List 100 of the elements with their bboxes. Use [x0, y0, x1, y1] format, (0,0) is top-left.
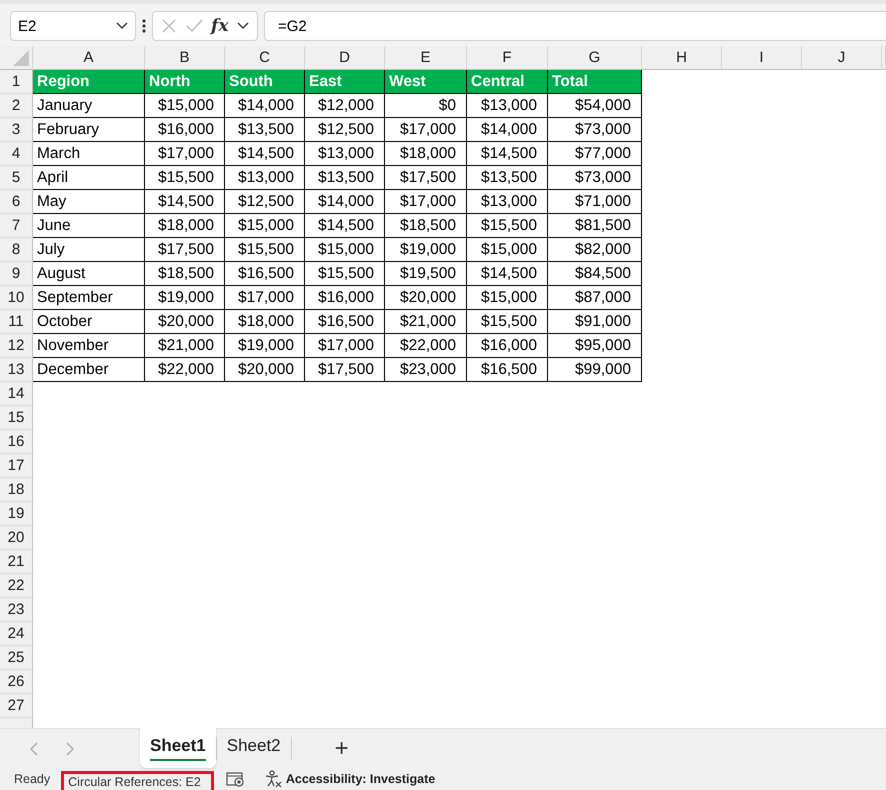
- table-cell: $16,000: [467, 334, 548, 358]
- row-header[interactable]: 5: [0, 166, 33, 190]
- table-cell: $21,000: [385, 310, 467, 334]
- table-cell: $16,500: [225, 262, 305, 286]
- status-text: Ready: [14, 772, 50, 786]
- row-header[interactable]: 20: [0, 526, 33, 550]
- row-header[interactable]: 17: [0, 454, 33, 478]
- row-header[interactable]: 24: [0, 622, 33, 646]
- column-header[interactable]: G: [548, 46, 642, 70]
- add-sheet-button[interactable]: +: [312, 729, 372, 768]
- row-header[interactable]: 26: [0, 670, 33, 694]
- row-header[interactable]: 11: [0, 310, 33, 334]
- table-cell: March: [33, 142, 145, 166]
- table-cell: $17,000: [385, 118, 467, 142]
- row-header[interactable]: 16: [0, 430, 33, 454]
- table-cell: $14,500: [225, 142, 305, 166]
- table-cell: $17,000: [225, 286, 305, 310]
- table-cell: $12,000: [305, 94, 385, 118]
- accessibility-status[interactable]: Accessibility: Investigate: [286, 772, 436, 786]
- select-all-icon[interactable]: [13, 50, 29, 66]
- row-header[interactable]: 6: [0, 190, 33, 214]
- insert-function-button[interactable]: fx: [211, 16, 228, 36]
- table-cell: $18,000: [145, 214, 225, 238]
- table-cell: $12,500: [305, 118, 385, 142]
- row-header[interactable]: 18: [0, 478, 33, 502]
- table-cell: $16,500: [467, 358, 548, 382]
- table-cell: $81,500: [548, 214, 642, 238]
- row-header[interactable]: 15: [0, 406, 33, 430]
- table-cell: $54,000: [548, 94, 642, 118]
- header-cell: West: [385, 70, 467, 94]
- table-cell: $20,000: [145, 310, 225, 334]
- table-cell: June: [33, 214, 145, 238]
- row-header[interactable]: 10: [0, 286, 33, 310]
- row-header[interactable]: 22: [0, 574, 33, 598]
- table-cell: $71,000: [548, 190, 642, 214]
- row-header[interactable]: 19: [0, 502, 33, 526]
- row-header[interactable]: 21: [0, 550, 33, 574]
- table-cell: $14,000: [225, 94, 305, 118]
- table-cell: $14,500: [145, 190, 225, 214]
- enter-icon[interactable]: [185, 18, 203, 34]
- column-header[interactable]: I: [722, 46, 802, 70]
- row-header[interactable]: 4: [0, 142, 33, 166]
- table-cell: $18,000: [225, 310, 305, 334]
- cancel-icon[interactable]: [161, 18, 177, 34]
- table-cell: $18,500: [385, 214, 467, 238]
- column-header[interactable]: J: [802, 46, 882, 70]
- header-cell: Central: [467, 70, 548, 94]
- table-cell: $22,000: [385, 334, 467, 358]
- column-header[interactable]: E: [385, 46, 467, 70]
- row-header[interactable]: 2: [0, 94, 33, 118]
- table-cell: $16,500: [305, 310, 385, 334]
- row-header[interactable]: 1: [0, 70, 33, 94]
- table-cell: $14,000: [305, 190, 385, 214]
- column-header[interactable]: A: [33, 46, 145, 70]
- sheet-tab[interactable]: Sheet1: [140, 728, 216, 768]
- chevron-down-icon[interactable]: [115, 21, 129, 31]
- table-cell: $15,500: [467, 214, 548, 238]
- table-cell: $18,500: [145, 262, 225, 286]
- name-box[interactable]: E2: [10, 11, 136, 41]
- table-cell: $99,000: [548, 358, 642, 382]
- circular-references-status[interactable]: Circular References: E2: [61, 771, 214, 790]
- table-cell: $17,500: [305, 358, 385, 382]
- column-header[interactable]: D: [305, 46, 385, 70]
- row-header[interactable]: 13: [0, 358, 33, 382]
- more-options-icon[interactable]: [142, 19, 146, 33]
- table-cell: $20,000: [385, 286, 467, 310]
- chevron-left-icon[interactable]: [30, 742, 38, 756]
- table-cell: $19,000: [385, 238, 467, 262]
- table-cell: $13,000: [467, 94, 548, 118]
- row-header[interactable]: 25: [0, 646, 33, 670]
- chevron-right-icon[interactable]: [66, 742, 74, 756]
- header-cell: Region: [33, 70, 145, 94]
- accessibility-icon[interactable]: [264, 770, 282, 788]
- column-header[interactable]: C: [225, 46, 305, 70]
- table-cell: $91,000: [548, 310, 642, 334]
- table-cell: November: [33, 334, 145, 358]
- table-cell: $15,500: [467, 310, 548, 334]
- formula-field[interactable]: =G2: [264, 11, 886, 41]
- table-cell: $19,500: [385, 262, 467, 286]
- row-header[interactable]: 23: [0, 598, 33, 622]
- table-cell: $13,500: [305, 166, 385, 190]
- table-cell: $73,000: [548, 118, 642, 142]
- table-cell: October: [33, 310, 145, 334]
- row-header[interactable]: 27: [0, 694, 33, 718]
- row-header[interactable]: 7: [0, 214, 33, 238]
- row-header[interactable]: 8: [0, 238, 33, 262]
- column-header[interactable]: H: [642, 46, 722, 70]
- row-header[interactable]: 9: [0, 262, 33, 286]
- row-header[interactable]: 3: [0, 118, 33, 142]
- macro-recording-icon[interactable]: [226, 771, 246, 787]
- row-header[interactable]: 14: [0, 382, 33, 406]
- chevron-down-icon[interactable]: [236, 21, 250, 31]
- table-cell: $87,000: [548, 286, 642, 310]
- column-header[interactable]: F: [467, 46, 548, 70]
- table-cell: $13,000: [225, 166, 305, 190]
- table-cell: $95,000: [548, 334, 642, 358]
- row-header[interactable]: 12: [0, 334, 33, 358]
- sheet-tab[interactable]: Sheet2: [216, 729, 291, 768]
- column-header[interactable]: B: [145, 46, 225, 70]
- header-cell: Total: [548, 70, 642, 94]
